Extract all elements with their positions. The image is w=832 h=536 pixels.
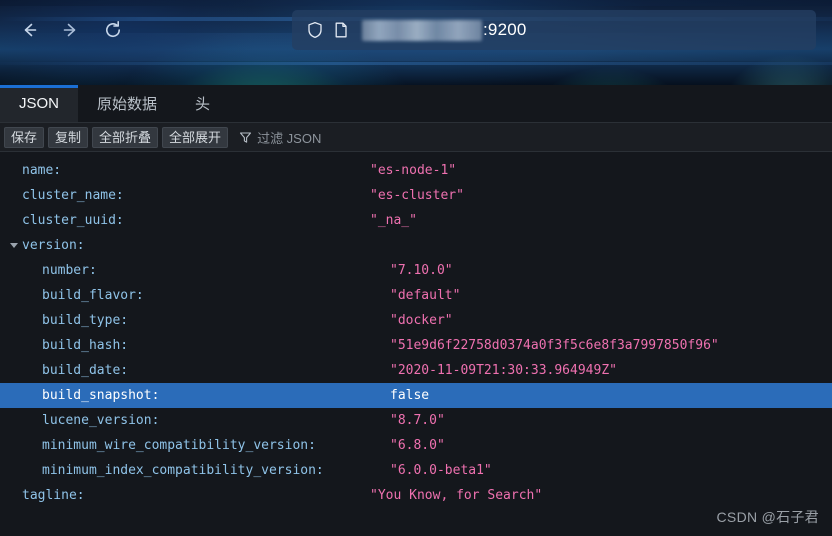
json-key: build_hash: <box>42 338 129 353</box>
redacted-url-host <box>362 19 482 41</box>
json-row[interactable]: build_flavor: "default" <box>0 283 832 308</box>
filter-icon <box>238 130 253 145</box>
navigation-buttons <box>8 8 134 52</box>
json-key: number: <box>42 263 97 278</box>
filter-json-input[interactable]: 过滤 JSON <box>238 127 828 148</box>
chevron-down-icon[interactable] <box>10 233 22 258</box>
arrow-right-icon <box>60 19 82 41</box>
json-row[interactable]: tagline: "You Know, for Search" <box>0 483 832 508</box>
json-row[interactable]: minimum_wire_compatibility_version: "6.8.… <box>0 433 832 458</box>
url-text[interactable]: :9200 <box>362 17 527 43</box>
json-row[interactable]: cluster_uuid: "_na_" <box>0 208 832 233</box>
tab-headers[interactable]: 头 <box>176 85 229 122</box>
json-value: "51e9d6f22758d0374a0f3f5c6e8f3a7997850f9… <box>390 338 719 353</box>
twisty-placeholder <box>10 483 22 508</box>
json-key: tagline: <box>22 488 85 503</box>
json-row[interactable]: build_date: "2020-11-09T21:30:33.964949Z" <box>0 358 832 383</box>
json-key: build_flavor: <box>42 288 144 303</box>
json-row[interactable]: version: <box>0 233 832 258</box>
json-key: minimum_index_compatibility_version: <box>42 463 324 478</box>
chrome-background-streak <box>0 0 832 6</box>
json-key: minimum_wire_compatibility_version: <box>42 438 316 453</box>
tab-raw-data[interactable]: 原始数据 <box>78 85 176 122</box>
json-key: cluster_name: <box>22 188 124 203</box>
json-value: "docker" <box>390 313 453 328</box>
json-key: name: <box>22 163 62 178</box>
json-row[interactable]: lucene_version: "8.7.0" <box>0 408 832 433</box>
forward-button[interactable] <box>50 9 92 51</box>
json-key: cluster_uuid: <box>22 213 124 228</box>
twisty-placeholder <box>10 433 22 458</box>
json-value: "es-node-1" <box>370 163 457 178</box>
json-viewer: JSON 原始数据 头 保存 复制 全部折叠 全部展开 过滤 JSON name… <box>0 85 832 536</box>
json-value: "es-cluster" <box>370 188 464 203</box>
back-button[interactable] <box>8 9 50 51</box>
twisty-placeholder <box>10 183 22 208</box>
json-key: lucene_version: <box>42 413 160 428</box>
json-row[interactable]: build_hash: "51e9d6f22758d0374a0f3f5c6e8f… <box>0 333 832 358</box>
save-button[interactable]: 保存 <box>4 126 45 148</box>
json-row[interactable]: cluster_name: "es-cluster" <box>0 183 832 208</box>
tab-label: 头 <box>195 96 211 113</box>
twisty-placeholder <box>10 208 22 233</box>
json-row[interactable]: number: "7.10.0" <box>0 258 832 283</box>
json-row[interactable]: build_snapshot: false <box>0 383 832 408</box>
twisty-placeholder <box>10 383 22 408</box>
url-port: :9200 <box>483 20 527 39</box>
twisty-placeholder <box>10 458 22 483</box>
json-row[interactable]: build_type: "docker" <box>0 308 832 333</box>
tab-json[interactable]: JSON <box>0 85 79 122</box>
expand-all-button[interactable]: 全部展开 <box>162 126 229 148</box>
tab-label: 原始数据 <box>97 96 158 113</box>
twisty-placeholder <box>10 258 22 283</box>
json-value: "7.10.0" <box>390 263 453 278</box>
collapse-all-button[interactable]: 全部折叠 <box>92 126 159 148</box>
viewer-tab-bar: JSON 原始数据 头 <box>0 85 832 123</box>
chrome-background-streak <box>0 62 832 65</box>
json-value: "2020-11-09T21:30:33.964949Z" <box>390 363 617 378</box>
json-value: "6.0.0-beta1" <box>390 463 492 478</box>
reload-button[interactable] <box>92 9 134 51</box>
url-bar[interactable]: :9200 <box>292 10 816 50</box>
twisty-placeholder <box>10 358 22 383</box>
viewer-toolbar: 保存 复制 全部折叠 全部展开 过滤 JSON <box>0 123 832 152</box>
json-tree: name: "es-node-1" cluster_name: "es-cluster… <box>0 152 832 536</box>
twisty-placeholder <box>10 408 22 433</box>
json-value: "6.8.0" <box>390 438 445 453</box>
watermark: CSDN @石子君 <box>716 509 819 525</box>
shield-icon[interactable] <box>302 17 328 43</box>
json-key: version: <box>22 238 85 253</box>
json-value: "_na_" <box>370 213 417 228</box>
copy-button[interactable]: 复制 <box>48 126 89 148</box>
arrow-left-icon <box>18 19 40 41</box>
json-key: build_snapshot: <box>42 388 160 403</box>
page-icon[interactable] <box>328 17 354 43</box>
json-value: "default" <box>390 288 461 303</box>
tab-label: JSON <box>19 95 60 112</box>
json-value: "You Know, for Search" <box>370 488 543 503</box>
json-key: build_type: <box>42 313 129 328</box>
filter-placeholder: 过滤 JSON <box>257 130 322 146</box>
twisty-placeholder <box>10 158 22 183</box>
twisty-placeholder <box>10 333 22 358</box>
json-row[interactable]: minimum_index_compatibility_version: "6.0… <box>0 458 832 483</box>
json-row[interactable]: name: "es-node-1" <box>0 158 832 183</box>
json-value: false <box>390 388 430 403</box>
browser-chrome: :9200 <box>0 0 832 85</box>
twisty-placeholder <box>10 283 22 308</box>
reload-icon <box>102 19 124 41</box>
json-value: "8.7.0" <box>390 413 445 428</box>
json-key: build_date: <box>42 363 129 378</box>
twisty-placeholder <box>10 308 22 333</box>
